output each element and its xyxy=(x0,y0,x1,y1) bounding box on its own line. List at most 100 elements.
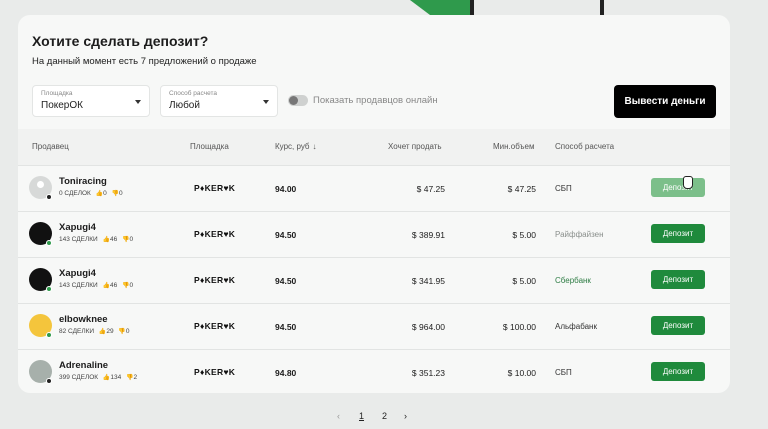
deals-count: 0 СДЕЛОК xyxy=(59,190,91,197)
deposit-button[interactable]: Депозит xyxy=(651,316,705,335)
column-header-rate[interactable]: Курс, руб ↓ xyxy=(275,142,317,151)
wants-value: $ 341.95 xyxy=(411,276,445,286)
dislikes-count: 0 xyxy=(129,236,134,243)
wants-value: $ 389.91 xyxy=(411,230,445,240)
status-dot-offline xyxy=(46,378,52,384)
payment-method: Альфабанк xyxy=(555,322,597,331)
wants-value: $ 47.25 xyxy=(416,184,445,194)
wants-value: $ 964.00 xyxy=(411,322,445,332)
min-value: $ 5.00 xyxy=(512,230,536,240)
rate-value: 94.50 xyxy=(275,322,297,332)
pagination-prev-icon[interactable]: ‹ xyxy=(337,411,340,421)
platform-logo: P♦KER♥K xyxy=(194,321,236,331)
column-header-seller: Продавец xyxy=(32,142,69,151)
payment-method-select-label: Способ расчета xyxy=(169,90,218,97)
payment-method: Райффайзен xyxy=(555,230,604,239)
seller-stats: 0 СДЕЛОК 👍0 👎0 xyxy=(59,190,123,197)
pagination-page-1[interactable]: 1 xyxy=(359,411,364,421)
rate-value: 94.80 xyxy=(275,368,297,378)
page-title: Хотите сделать депозит? xyxy=(32,33,209,49)
thumbs-down-icon: 👎 xyxy=(122,283,130,289)
min-value: $ 10.00 xyxy=(507,368,536,378)
seller-name[interactable]: Xapugi4 xyxy=(59,222,96,233)
payment-method: СБП xyxy=(555,368,572,377)
seller-stats: 143 СДЕЛКИ 👍46 👎0 xyxy=(59,282,133,289)
rate-value: 94.50 xyxy=(275,276,297,286)
rate-value: 94.50 xyxy=(275,230,297,240)
online-sellers-toggle[interactable] xyxy=(288,95,308,106)
thumbs-down-icon: 👎 xyxy=(118,329,126,335)
sort-arrow-down-icon: ↓ xyxy=(312,142,317,151)
page-subtitle: На данный момент есть 7 предложений о пр… xyxy=(32,56,257,67)
thumbs-down-icon: 👎 xyxy=(111,191,120,197)
deposit-card: Хотите сделать депозит? На данный момент… xyxy=(18,15,730,393)
likes-count: 29 xyxy=(106,328,114,335)
platform-logo: P♦KER♥K xyxy=(194,275,236,285)
dislikes-count: 2 xyxy=(133,374,138,381)
table-header: Продавец Площадка Курс, руб ↓ Хочет прода… xyxy=(18,129,730,165)
withdraw-button[interactable]: Вывести деньги xyxy=(614,85,716,118)
platform-select[interactable]: Площадка ПокерОК xyxy=(32,85,150,117)
mouse-cursor-icon xyxy=(683,176,693,189)
online-sellers-toggle-label[interactable]: Показать продавцов онлайн xyxy=(313,95,438,106)
deals-count: 399 СДЕЛОК xyxy=(59,374,99,381)
seller-stats: 82 СДЕЛКИ 👍29 👎0 xyxy=(59,328,130,335)
thumbs-down-icon: 👎 xyxy=(126,375,134,381)
thumbs-up-icon: 👍 xyxy=(95,191,104,197)
payment-method-select[interactable]: Способ расчета Любой xyxy=(160,85,278,117)
rate-value: 94.00 xyxy=(275,184,297,194)
pagination-next-icon[interactable]: › xyxy=(404,411,407,421)
toggle-knob xyxy=(289,96,298,105)
seller-name[interactable]: Toniracing xyxy=(59,176,107,187)
thumbs-up-icon: 👍 xyxy=(102,283,110,289)
payment-method: Сбербанк xyxy=(555,276,591,285)
min-value: $ 100.00 xyxy=(502,322,536,332)
status-dot-online xyxy=(46,286,52,292)
platform-logo: P♦KER♥K xyxy=(194,229,236,239)
platform-logo: P♦KER♥K xyxy=(194,367,236,377)
table-row: Adrenaline 399 СДЕЛОК 👍134 👎2 P♦KER♥K 94… xyxy=(18,349,730,393)
pagination-page-2[interactable]: 2 xyxy=(382,411,387,421)
online-sellers-toggle-group: Показать продавцов онлайн xyxy=(288,95,438,106)
wants-value: $ 351.23 xyxy=(411,368,445,378)
column-header-wants: Хочет продать xyxy=(388,142,442,151)
thumbs-up-icon: 👍 xyxy=(102,237,110,243)
seller-name[interactable]: Adrenaline xyxy=(59,360,108,371)
chevron-down-icon xyxy=(263,100,269,104)
dislikes-count: 0 xyxy=(125,328,130,335)
status-dot-offline xyxy=(46,194,52,200)
deals-count: 143 СДЕЛКИ xyxy=(59,282,98,289)
dislikes-count: 0 xyxy=(129,282,134,289)
column-header-min: Мин.объем xyxy=(493,142,535,151)
dislikes-count: 0 xyxy=(119,190,123,197)
platform-select-label: Площадка xyxy=(41,90,73,97)
seller-stats: 399 СДЕЛОК 👍134 👎2 xyxy=(59,374,137,381)
likes-count: 134 xyxy=(110,374,122,381)
status-dot-online xyxy=(46,240,52,246)
min-value: $ 47.25 xyxy=(507,184,536,194)
likes-count: 46 xyxy=(109,282,118,289)
column-header-method: Способ расчета xyxy=(555,142,615,151)
likes-count: 46 xyxy=(109,236,118,243)
seller-name[interactable]: Xapugi4 xyxy=(59,268,96,279)
likes-count: 0 xyxy=(103,190,107,197)
seller-name[interactable]: elbowknee xyxy=(59,314,108,325)
table-row: Xapugi4 143 СДЕЛКИ 👍46 👎0 P♦KER♥K 94.50 … xyxy=(18,257,730,303)
table-row: elbowknee 82 СДЕЛКИ 👍29 👎0 P♦KER♥K 94.50… xyxy=(18,303,730,349)
seller-stats: 143 СДЕЛКИ 👍46 👎0 xyxy=(59,236,133,243)
deals-count: 82 СДЕЛКИ xyxy=(59,328,95,335)
platform-logo: P♦KER♥K xyxy=(194,183,236,193)
deposit-button[interactable]: Депозит xyxy=(651,270,705,289)
deals-count: 143 СДЕЛКИ xyxy=(59,236,98,243)
table-row: Xapugi4 143 СДЕЛКИ 👍46 👎0 P♦KER♥K 94.50 … xyxy=(18,211,730,257)
table-row: Toniracing 0 СДЕЛОК 👍0 👎0 P♦KER♥K 94.00 … xyxy=(18,165,730,211)
deposit-button[interactable]: Депозит xyxy=(651,178,705,197)
column-header-platform: Площадка xyxy=(190,142,229,151)
pagination: ‹ 1 2 › xyxy=(0,411,768,425)
min-value: $ 5.00 xyxy=(512,276,536,286)
platform-select-value: ПокерОК xyxy=(41,100,83,111)
payment-method-select-value: Любой xyxy=(169,100,200,111)
deposit-button[interactable]: Депозит xyxy=(651,362,705,381)
deposit-button[interactable]: Депозит xyxy=(651,224,705,243)
thumbs-down-icon: 👎 xyxy=(122,237,130,243)
